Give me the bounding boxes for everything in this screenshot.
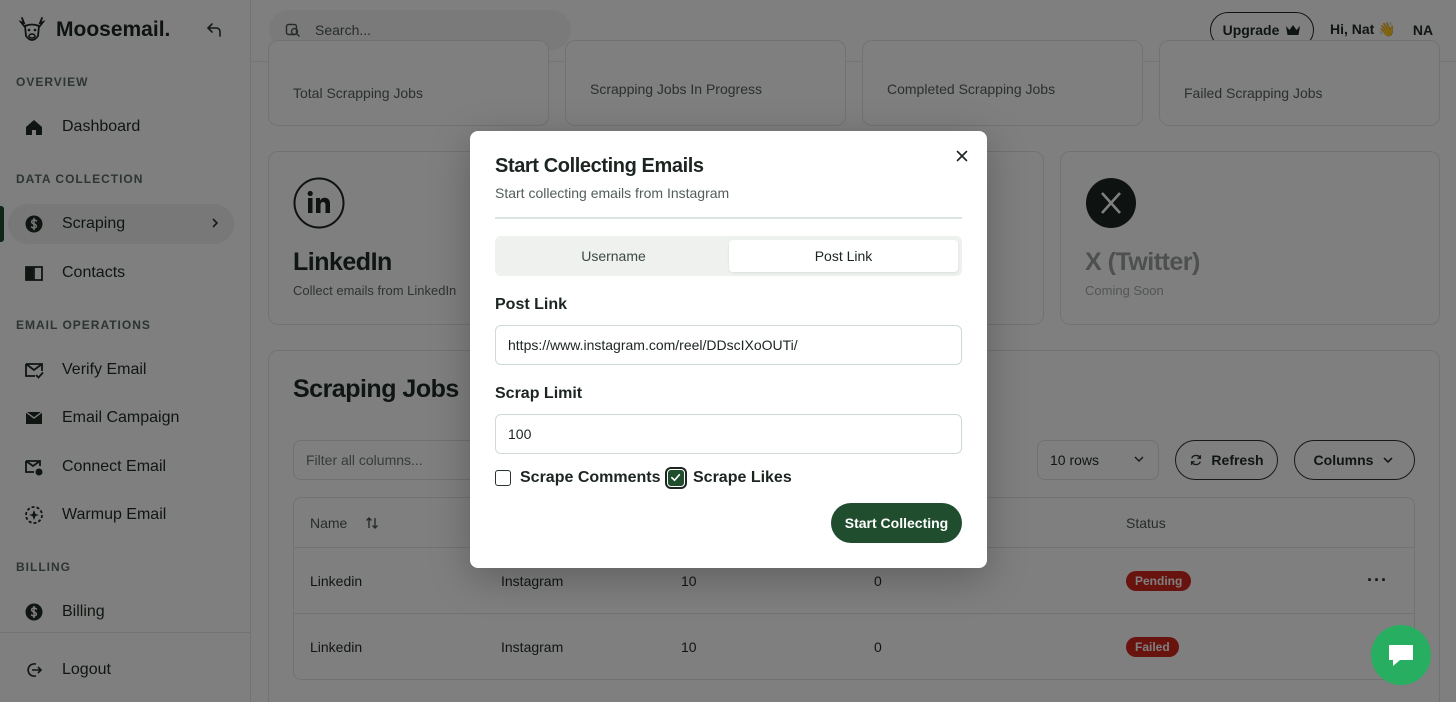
post-link-input[interactable] — [495, 325, 962, 365]
scrap-limit-input[interactable] — [495, 414, 962, 454]
scrap-limit-label: Scrap Limit — [495, 385, 583, 402]
scrape-likes-checkbox[interactable]: Scrape Likes — [665, 467, 792, 489]
start-collecting-button[interactable]: Start Collecting — [831, 503, 962, 543]
close-icon[interactable] — [954, 148, 970, 164]
chat-icon — [1389, 645, 1413, 666]
input-mode-tabs: Username Post Link — [495, 236, 962, 276]
checkbox-unchecked[interactable] — [495, 470, 511, 486]
post-link-label: Post Link — [495, 296, 568, 313]
checkbox-checked[interactable] — [665, 467, 687, 489]
scrape-comments-checkbox[interactable]: Scrape Comments — [495, 469, 661, 487]
scrape-comments-label: Scrape Comments — [520, 469, 661, 486]
chat-support-button[interactable] — [1371, 625, 1431, 685]
tab-username[interactable]: Username — [499, 240, 728, 272]
tab-post-link[interactable]: Post Link — [729, 240, 958, 272]
scrape-likes-label: Scrape Likes — [693, 469, 792, 486]
modal-subtitle: Start collecting emails from Instagram — [495, 185, 730, 201]
modal-title: Start Collecting Emails — [495, 155, 704, 177]
modal-divider — [495, 217, 962, 219]
start-collecting-modal: Start Collecting Emails Start collecting… — [470, 131, 987, 568]
check-icon — [671, 473, 681, 482]
